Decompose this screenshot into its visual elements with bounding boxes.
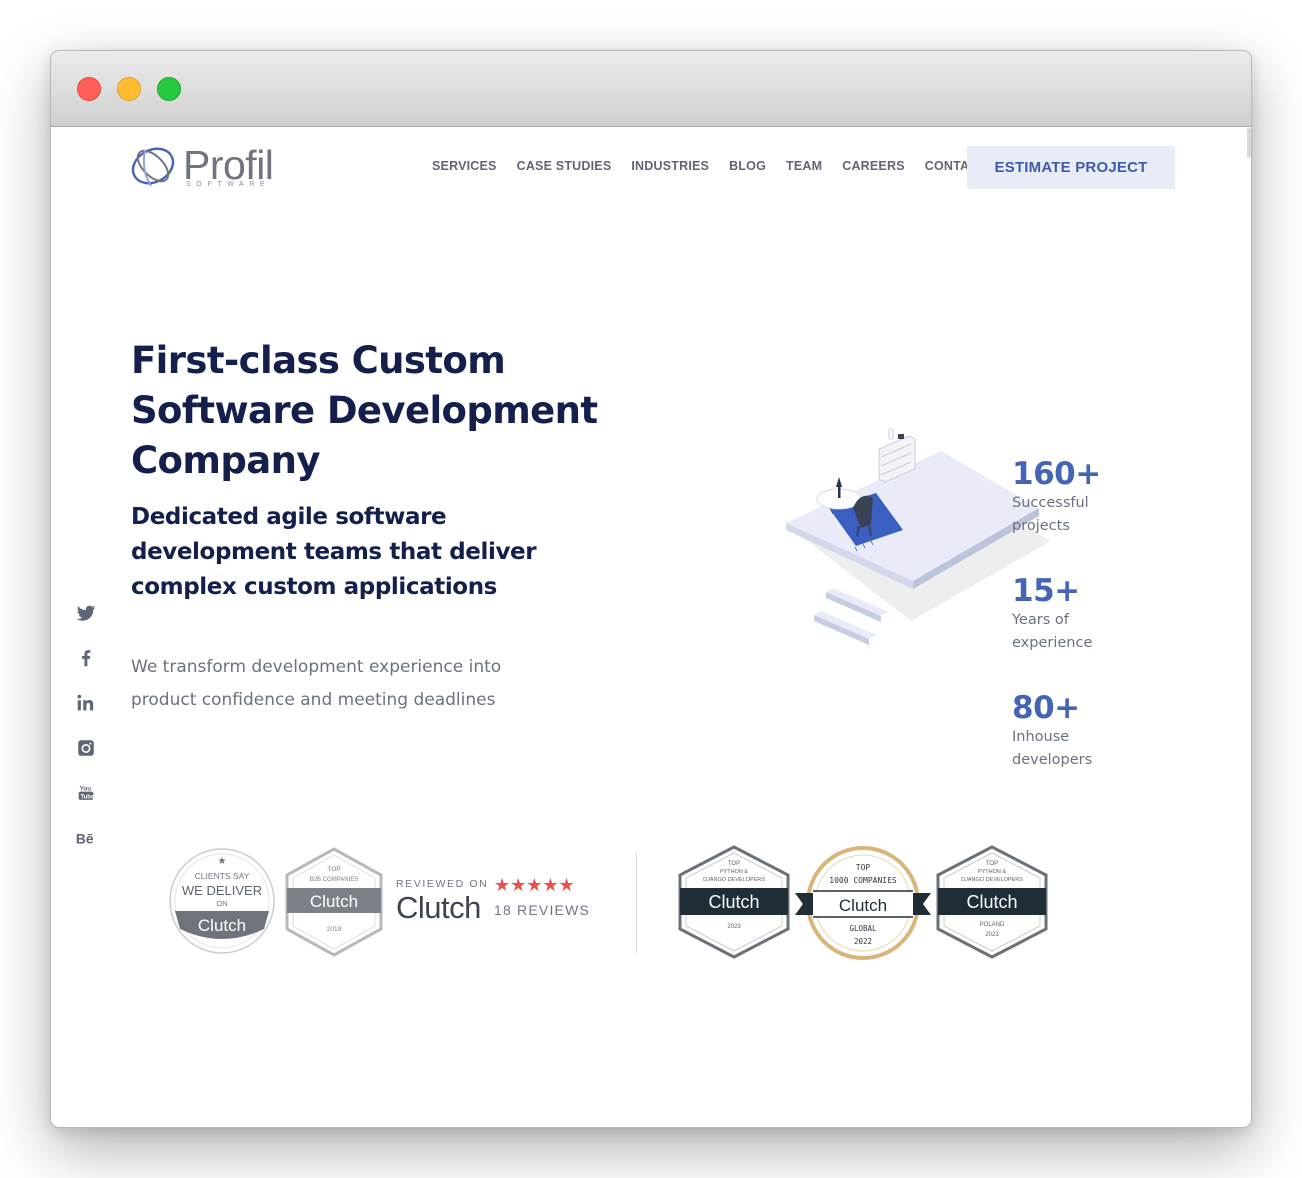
minimize-window-button[interactable] (117, 77, 141, 101)
stat-label-line: projects (1012, 518, 1070, 534)
hero-title-line: Company (131, 439, 320, 482)
badge-text: TOP (728, 861, 740, 867)
badge-text: TOP (327, 866, 340, 873)
web-page: Profil SOFTWARE SERVICES CASE STUDIES IN… (51, 128, 1251, 1127)
badge-text: PYTHON & (720, 869, 748, 875)
profil-logo-icon (131, 147, 175, 187)
linkedin-icon[interactable] (75, 692, 97, 714)
clutch-python-django-poland-badge[interactable]: TOP PYTHON & DJANGO DEVELOPERS Clutch PO… (934, 845, 1050, 959)
hero-subtitle-line: complex custom applications (131, 574, 497, 600)
stat-label: Inhouse developers (1012, 726, 1104, 772)
estimate-project-button[interactable]: ESTIMATE PROJECT (967, 146, 1175, 189)
instagram-icon[interactable] (75, 737, 97, 759)
hero-title-line: Software Development (131, 389, 598, 432)
clutch-wordmark: Clutch (396, 890, 481, 925)
badge-text: DJANGO DEVELOPERS (961, 877, 1023, 883)
stat-value: 80+ (1012, 690, 1080, 726)
star-icon: ★ (218, 856, 227, 867)
stat-developers: 80+ Inhouse developers (1012, 690, 1104, 772)
stat-label-line: experience (1012, 635, 1093, 651)
stat-label-line: developers (1012, 752, 1093, 768)
facebook-icon[interactable] (75, 647, 97, 669)
hero-lead-line: We transform development experience into (131, 657, 502, 677)
hero-title: First-class Custom Software Development … (131, 336, 651, 486)
window-titlebar (51, 51, 1251, 127)
badge-text: TOP (856, 863, 871, 872)
close-window-button[interactable] (77, 77, 101, 101)
nav-link-team[interactable]: TEAM (786, 159, 822, 173)
zoom-window-button[interactable] (157, 77, 181, 101)
nav-link-blog[interactable]: BLOG (729, 159, 766, 173)
svg-text:You: You (80, 785, 92, 792)
badge-text: ON (216, 899, 227, 908)
hero-subtitle-line: Dedicated agile software (131, 504, 447, 530)
reviewed-on-label: REVIEWED ON (396, 878, 489, 890)
clutch-top-b2b-badge[interactable]: TOP B2B COMPANIES Clutch 2019 (284, 847, 384, 957)
badge-text: 2019 (327, 926, 342, 933)
nav-link-services[interactable]: SERVICES (432, 159, 497, 173)
stat-value: 160+ (1012, 456, 1101, 492)
clutch-python-django-badge[interactable]: TOP PYTHON & DJANGO DEVELOPERS Clutch 20… (676, 845, 792, 959)
hero-subtitle: Dedicated agile software development tea… (131, 500, 591, 605)
clutch-review-widget[interactable]: REVIEWED ON Clutch ★★★★★ 18 REVIEWS (396, 875, 596, 935)
badge-text: WE DELIVER (182, 883, 262, 898)
hero-lead: We transform development experience into… (131, 651, 571, 717)
stat-label-line: Successful (1012, 495, 1089, 511)
youtube-icon[interactable]: You Tube (75, 782, 97, 804)
profil-logo[interactable]: Profil SOFTWARE (131, 142, 281, 190)
behance-icon[interactable]: Bē (75, 827, 97, 849)
badge-brand: Clutch (198, 916, 246, 935)
clutch-clients-say-badge[interactable]: ★ CLIENTS SAY WE DELIVER ON Clutch (168, 847, 276, 955)
badge-text: TOP (986, 861, 998, 867)
logo-subtitle: SOFTWARE (186, 181, 271, 188)
badge-text: 2023 (727, 924, 741, 930)
stat-projects: 160+ Successful projects (1012, 456, 1104, 538)
review-count: 18 REVIEWS (494, 902, 591, 918)
badge-text: 2022 (854, 937, 872, 946)
badge-text: GLOBAL (849, 924, 877, 933)
main-nav: SERVICES CASE STUDIES INDUSTRIES BLOG TE… (432, 159, 986, 173)
stat-label-line: Years of (1012, 612, 1069, 628)
badge-text: CLIENTS SAY (195, 871, 250, 881)
stat-label: Successful projects (1012, 492, 1104, 538)
svg-text:Tube: Tube (81, 795, 95, 801)
stat-label-line: Inhouse (1012, 729, 1070, 745)
badge-text: B2B COMPANIES (310, 877, 359, 883)
hero-title-line: First-class Custom (131, 339, 506, 382)
stat-value: 15+ (1012, 573, 1080, 609)
badge-text: PYTHON & (978, 869, 1006, 875)
twitter-icon[interactable] (75, 602, 97, 624)
badge-brand: Clutch (310, 892, 358, 911)
clutch-top-1000-badge[interactable]: TOP 1000 COMPANIES Clutch GLOBAL 2022 (795, 845, 931, 961)
badges-divider (636, 852, 637, 953)
badge-text: POLAND (980, 922, 1005, 928)
browser-window: Profil SOFTWARE SERVICES CASE STUDIES IN… (50, 50, 1252, 1128)
badge-brand: Clutch (708, 892, 759, 912)
hero-subtitle-line: development teams that deliver (131, 539, 537, 565)
nav-link-case-studies[interactable]: CASE STUDIES (517, 159, 612, 173)
rating-stars-icon: ★★★★★ (494, 875, 575, 896)
badge-text: 2023 (985, 932, 999, 938)
badge-brand: Clutch (966, 892, 1017, 912)
svg-text:Bē: Bē (76, 832, 94, 847)
nav-link-careers[interactable]: CAREERS (842, 159, 905, 173)
badge-text: 1000 COMPANIES (829, 876, 897, 885)
stat-label: Years of experience (1012, 609, 1104, 655)
badge-brand: Clutch (839, 896, 887, 915)
hero-lead-line: product confidence and meeting deadlines (131, 690, 496, 710)
stat-years: 15+ Years of experience (1012, 573, 1104, 655)
nav-link-industries[interactable]: INDUSTRIES (631, 159, 709, 173)
badge-text: DJANGO DEVELOPERS (703, 877, 765, 883)
